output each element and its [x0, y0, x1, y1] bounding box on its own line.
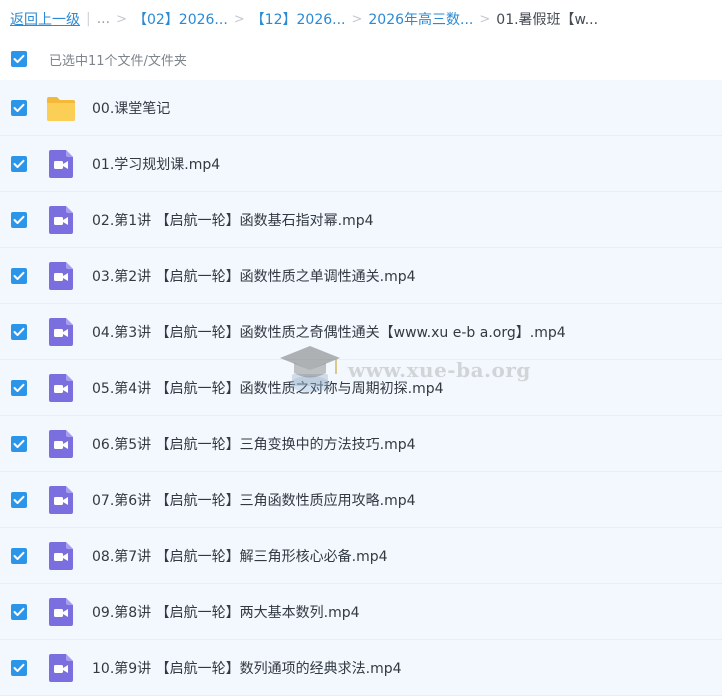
file-name[interactable]: 06.第5讲 【启航一轮】三角变换中的方法技巧.mp4	[92, 434, 416, 454]
check-icon	[13, 103, 25, 112]
video-file-icon	[49, 318, 73, 346]
check-icon	[13, 607, 25, 616]
breadcrumb-current: 01.暑假班【w...	[496, 12, 599, 28]
breadcrumb-item[interactable]: 【02】2026...	[133, 9, 228, 29]
selection-count: 已选中11个文件/文件夹	[49, 53, 187, 69]
video-file-icon	[49, 598, 73, 626]
file-checkbox[interactable]	[11, 436, 27, 452]
breadcrumb-divider: |	[86, 11, 91, 27]
video-file-icon	[49, 486, 73, 514]
check-icon	[13, 54, 25, 63]
file-checkbox[interactable]	[11, 100, 27, 116]
check-icon	[13, 271, 25, 280]
file-name[interactable]: 03.第2讲 【启航一轮】函数性质之单调性通关.mp4	[92, 266, 416, 286]
breadcrumb-separator: >	[351, 11, 363, 27]
file-name[interactable]: 01.学习规划课.mp4	[92, 154, 220, 174]
file-name[interactable]: 05.第4讲 【启航一轮】函数性质之对称与周期初探.mp4	[92, 378, 444, 398]
check-icon	[13, 495, 25, 504]
file-name[interactable]: 02.第1讲 【启航一轮】函数基石指对幂.mp4	[92, 210, 374, 230]
breadcrumb-separator: >	[116, 11, 127, 27]
file-row[interactable]: 01.学习规划课.mp4	[0, 136, 722, 192]
check-icon	[13, 663, 25, 672]
file-row[interactable]: 06.第5讲 【启航一轮】三角变换中的方法技巧.mp4	[0, 416, 722, 472]
select-all-checkbox[interactable]	[11, 51, 27, 67]
back-link[interactable]: 返回上一级	[10, 9, 80, 29]
file-name[interactable]: 00.课堂笔记	[92, 98, 170, 118]
breadcrumb-separator: >	[233, 11, 245, 27]
file-name[interactable]: 10.第9讲 【启航一轮】数列通项的经典求法.mp4	[92, 658, 402, 678]
check-icon	[13, 327, 25, 336]
check-icon	[13, 215, 25, 224]
file-row[interactable]: 05.第4讲 【启航一轮】函数性质之对称与周期初探.mp4	[0, 360, 722, 416]
file-row[interactable]: 03.第2讲 【启航一轮】函数性质之单调性通关.mp4	[0, 248, 722, 304]
file-checkbox[interactable]	[11, 548, 27, 564]
file-name[interactable]: 08.第7讲 【启航一轮】解三角形核心必备.mp4	[92, 546, 388, 566]
file-row[interactable]: 02.第1讲 【启航一轮】函数基石指对幂.mp4	[0, 192, 722, 248]
breadcrumb: 返回上一级 | ... > 【02】2026... > 【12】2026... …	[0, 0, 722, 38]
file-checkbox[interactable]	[11, 660, 27, 676]
file-checkbox[interactable]	[11, 156, 27, 172]
breadcrumb-separator: >	[479, 11, 491, 27]
video-file-icon	[49, 262, 73, 290]
video-file-icon	[49, 206, 73, 234]
breadcrumb-ellipsis[interactable]: ...	[97, 11, 110, 27]
file-row[interactable]: 04.第3讲 【启航一轮】函数性质之奇偶性通关【www.xu e-b a.org…	[0, 304, 722, 360]
check-icon	[13, 159, 25, 168]
file-checkbox[interactable]	[11, 212, 27, 228]
video-file-icon	[49, 374, 73, 402]
folder-icon	[47, 97, 75, 121]
video-file-icon	[49, 654, 73, 682]
file-checkbox[interactable]	[11, 492, 27, 508]
video-file-icon	[49, 150, 73, 178]
video-file-icon	[49, 542, 73, 570]
video-file-icon	[49, 430, 73, 458]
selection-bar: 已选中11个文件/文件夹	[0, 40, 722, 78]
file-name[interactable]: 09.第8讲 【启航一轮】两大基本数列.mp4	[92, 602, 360, 622]
check-icon	[13, 383, 25, 392]
check-icon	[13, 551, 25, 560]
file-checkbox[interactable]	[11, 324, 27, 340]
file-checkbox[interactable]	[11, 268, 27, 284]
file-name[interactable]: 07.第6讲 【启航一轮】三角函数性质应用攻略.mp4	[92, 490, 416, 510]
file-name[interactable]: 04.第3讲 【启航一轮】函数性质之奇偶性通关【www.xu e-b a.org…	[92, 322, 566, 342]
file-checkbox[interactable]	[11, 604, 27, 620]
file-list: 00.课堂笔记 01.学习规划课.mp4 02.第1讲 【启航一轮】函数基石指对幂.…	[0, 80, 722, 696]
file-row[interactable]: 00.课堂笔记	[0, 80, 722, 136]
file-checkbox[interactable]	[11, 380, 27, 396]
check-icon	[13, 439, 25, 448]
breadcrumb-item[interactable]: 2026年高三数...	[368, 9, 473, 29]
file-row[interactable]: 08.第7讲 【启航一轮】解三角形核心必备.mp4	[0, 528, 722, 584]
file-row[interactable]: 09.第8讲 【启航一轮】两大基本数列.mp4	[0, 584, 722, 640]
breadcrumb-item[interactable]: 【12】2026...	[251, 9, 346, 29]
file-row[interactable]: 10.第9讲 【启航一轮】数列通项的经典求法.mp4	[0, 640, 722, 696]
file-row[interactable]: 07.第6讲 【启航一轮】三角函数性质应用攻略.mp4	[0, 472, 722, 528]
